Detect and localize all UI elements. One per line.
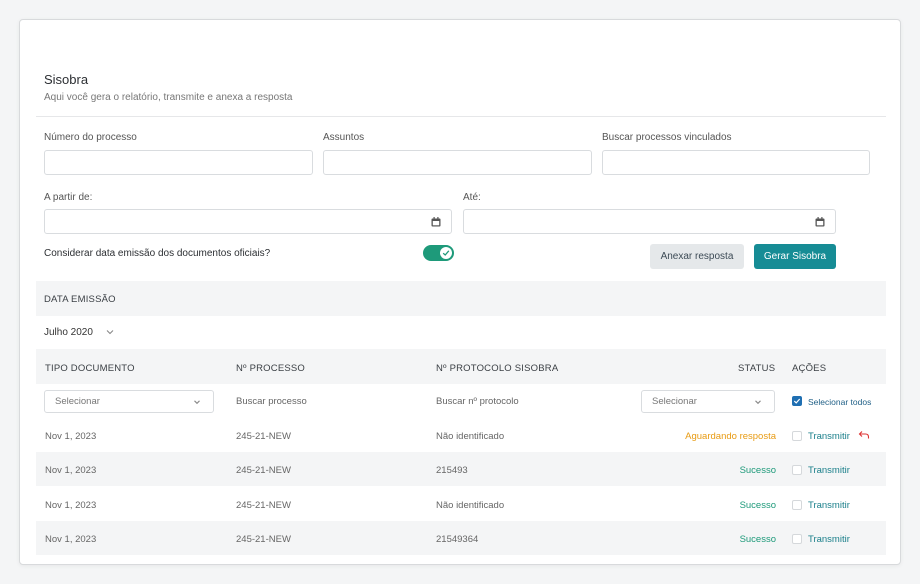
chevron-down-icon (194, 400, 200, 405)
status-placeholder: Selecionar (652, 396, 697, 407)
row-checkbox[interactable] (792, 465, 802, 475)
row-process: 245-21-NEW (236, 500, 291, 511)
page-subtitle: Aqui você gera o relatório, transmite e … (44, 92, 293, 103)
month-label: Julho 2020 (44, 327, 93, 338)
from-date-label: A partir de: (44, 192, 93, 203)
row-status: Aguardando resposta (685, 431, 776, 442)
calendar-icon[interactable] (431, 217, 441, 227)
col-actions: AÇÕES (792, 363, 827, 374)
table-row: Nov 1, 2023 245-21-NEW Não identificado … (36, 418, 886, 452)
table-row: Nov 1, 2023 245-21-NEW 215493 Sucesso Tr… (36, 452, 886, 486)
subjects-label: Assuntos (323, 132, 365, 143)
chevron-down-icon (106, 330, 114, 335)
col-process-number: Nº PROCESSO (236, 363, 306, 374)
table-row: Nov 1, 2023 245-21-NEW 21549364 Sucesso … (36, 521, 886, 555)
emission-date-toggle-label: Considerar data emissão dos documentos o… (44, 248, 271, 259)
generate-sisobra-button[interactable]: Gerar Sisobra (754, 244, 836, 269)
sisobra-card: Sisobra Aqui você gera o relatório, tran… (19, 19, 901, 565)
table-row: Nov 1, 2023 245-21-NEW Não identificado … (36, 487, 886, 521)
col-status: STATUS (738, 363, 776, 374)
row-process: 245-21-NEW (236, 431, 291, 442)
row-process: 245-21-NEW (236, 534, 291, 545)
row-date: Nov 1, 2023 (45, 534, 97, 545)
col-protocol-number: Nº PROTOCOLO SISOBRA (436, 363, 559, 374)
document-type-select[interactable]: Selecionar (44, 390, 214, 413)
status-select[interactable]: Selecionar (641, 390, 775, 413)
row-checkbox[interactable] (792, 431, 802, 441)
to-date-input[interactable] (463, 209, 836, 234)
row-date: Nov 1, 2023 (45, 431, 97, 442)
row-status: Sucesso (739, 534, 776, 545)
row-protocol: Não identificado (436, 500, 505, 511)
date-emission-header: DATA EMISSÃO (44, 294, 116, 305)
emission-date-toggle[interactable] (423, 245, 454, 261)
to-date-label: Até: (463, 192, 481, 203)
check-icon (442, 250, 450, 256)
row-protocol: 21549364 (436, 534, 479, 545)
process-number-input[interactable] (44, 150, 313, 175)
divider (36, 116, 886, 117)
select-all-label[interactable]: Selecionar todos (808, 397, 871, 407)
undo-icon[interactable] (858, 430, 870, 440)
linked-processes-label: Buscar processos vinculados (602, 132, 732, 143)
transmit-button[interactable]: Transmitir (808, 465, 850, 476)
row-protocol: Não identificado (436, 431, 505, 442)
calendar-icon[interactable] (815, 217, 825, 227)
date-emission-band (36, 281, 886, 316)
chevron-down-icon (755, 400, 761, 405)
page-title: Sisobra (44, 72, 89, 87)
row-protocol: 215493 (436, 465, 468, 476)
process-number-label: Número do processo (44, 132, 137, 143)
search-protocol-input[interactable]: Buscar nº protocolo (436, 396, 519, 407)
select-all-checkbox[interactable] (792, 396, 802, 406)
col-document-type: TIPO DOCUMENTO (45, 363, 135, 374)
search-process-input[interactable]: Buscar processo (236, 396, 307, 407)
document-type-placeholder: Selecionar (55, 396, 100, 407)
row-date: Nov 1, 2023 (45, 465, 97, 476)
from-date-input[interactable] (44, 209, 452, 234)
transmit-button[interactable]: Transmitir (808, 534, 850, 545)
row-date: Nov 1, 2023 (45, 500, 97, 511)
transmit-button[interactable]: Transmitir (808, 500, 850, 511)
row-checkbox[interactable] (792, 534, 802, 544)
transmit-button[interactable]: Transmitir (808, 431, 850, 442)
linked-processes-input[interactable] (602, 150, 870, 175)
check-icon (793, 398, 801, 404)
row-status: Sucesso (739, 500, 776, 511)
subjects-input[interactable] (323, 150, 592, 175)
toggle-knob (440, 247, 452, 259)
row-checkbox[interactable] (792, 500, 802, 510)
row-process: 245-21-NEW (236, 465, 291, 476)
row-status: Sucesso (739, 465, 776, 476)
month-selector[interactable]: Julho 2020 (44, 327, 114, 338)
attach-response-button[interactable]: Anexar resposta (650, 244, 744, 269)
